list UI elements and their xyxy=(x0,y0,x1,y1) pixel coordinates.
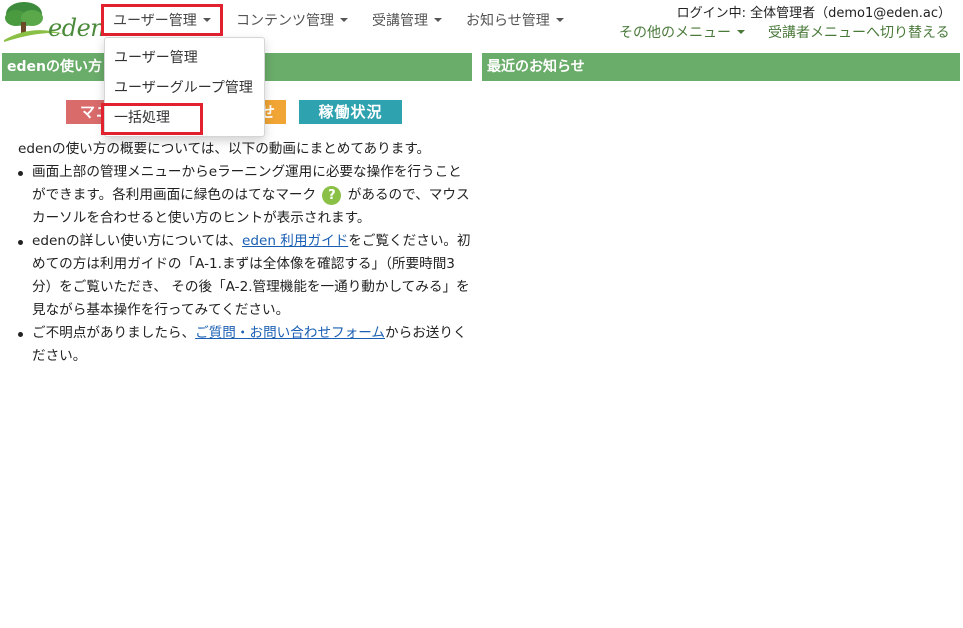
logo-text: eden xyxy=(48,14,106,42)
nav-content-management[interactable]: コンテンツ管理 xyxy=(236,10,348,30)
dropdown-item-user-management[interactable]: ユーザー管理 xyxy=(105,44,264,74)
nav-course-management[interactable]: 受講管理 xyxy=(372,10,442,30)
nav-course-management-label: 受講管理 xyxy=(372,13,428,29)
nav-other-menu[interactable]: その他のメニュー xyxy=(619,22,745,42)
list-item: edenの詳しい使い方については、eden 利用ガイドをご覧ください。初めての方… xyxy=(18,230,472,322)
help-question-icon[interactable]: ? xyxy=(322,185,342,205)
switch-to-learner-menu-link[interactable]: 受講者メニューへ切り替える xyxy=(768,22,950,42)
nav-news-management[interactable]: お知らせ管理 xyxy=(466,10,564,30)
caret-down-icon xyxy=(737,30,745,34)
eden-logo[interactable]: eden xyxy=(2,0,106,44)
recent-news-panel-header: 最近のお知らせ xyxy=(482,53,960,81)
dropdown-item-user-group-management[interactable]: ユーザーグループ管理 xyxy=(105,74,264,104)
how-to-use-list: 画面上部の管理メニューからeラーニング運用に必要な操作を行うことができます。各利… xyxy=(18,161,472,368)
list-item: 画面上部の管理メニューからeラーニング運用に必要な操作を行うことができます。各利… xyxy=(18,161,472,230)
bullet-2-text-a: edenの詳しい使い方については、 xyxy=(32,233,243,249)
caret-down-icon xyxy=(340,18,348,22)
caret-down-icon xyxy=(434,18,442,22)
highlight-frame-user-management xyxy=(101,4,223,36)
login-status: ログイン中: 全体管理者（demo1@eden.ac） xyxy=(676,6,951,21)
caret-down-icon xyxy=(555,18,564,22)
user-guide-link[interactable]: eden 利用ガイド xyxy=(242,233,348,249)
how-to-use-content: edenの使い方の概要については、以下の動画にまとめてあります。 画面上部の管理… xyxy=(18,138,472,368)
highlight-frame-bulk-processing xyxy=(101,103,203,135)
inquiry-form-link[interactable]: ご質問・お問い合わせフォーム xyxy=(195,325,385,341)
nav-other-menu-label: その他のメニュー xyxy=(619,25,731,41)
intro-text: edenの使い方の概要については、以下の動画にまとめてあります。 xyxy=(18,141,431,157)
system-status-button[interactable]: 稼働状況 xyxy=(299,100,402,124)
nav-news-management-label: お知らせ管理 xyxy=(466,13,550,29)
bullet-3-text-a: ご不明点がありましたら、 xyxy=(32,325,196,341)
nav-content-management-label: コンテンツ管理 xyxy=(236,13,334,29)
list-item: ご不明点がありましたら、ご質問・お問い合わせフォームからお送りください。 xyxy=(18,322,472,368)
